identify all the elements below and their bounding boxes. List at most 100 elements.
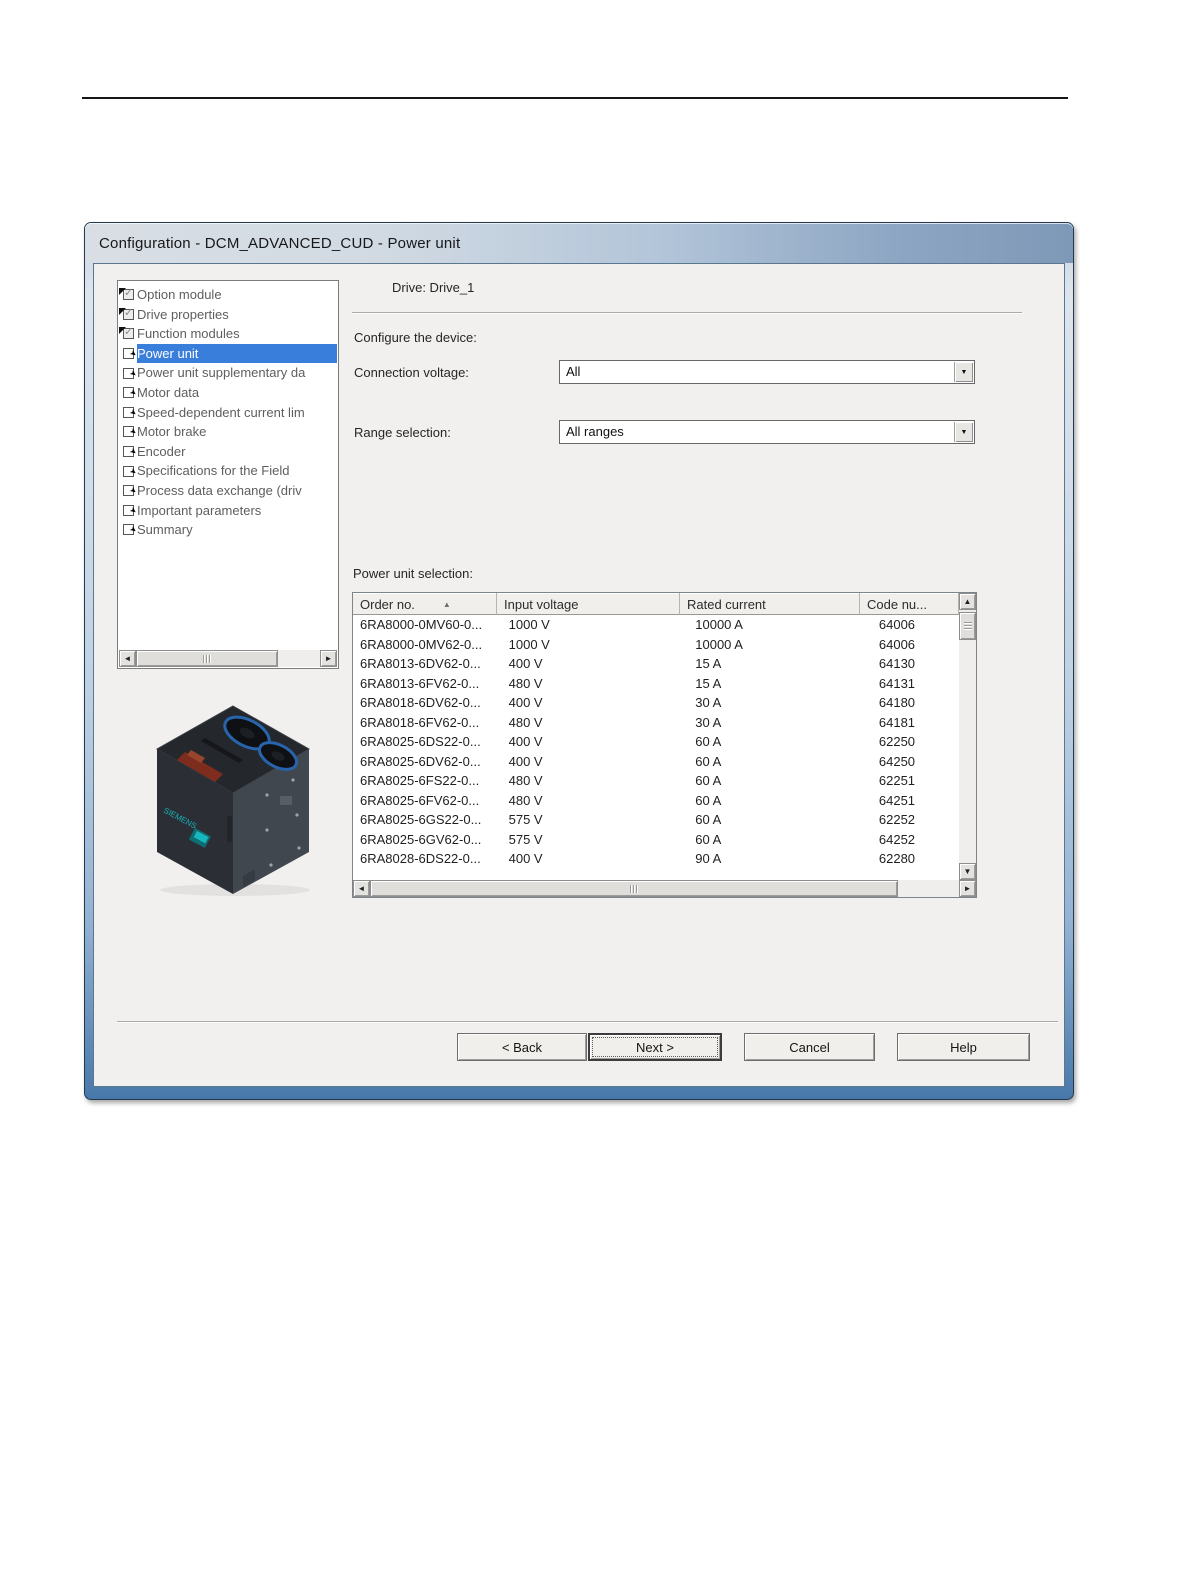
scrollbar-thumb[interactable] [959, 612, 976, 640]
tree-item-label: Power unit supplementary da [137, 363, 337, 383]
cell-code-number: 64006 [871, 615, 959, 635]
table-row[interactable]: 6RA8018-6DV62-0... 400 V 30 A 64180 [353, 693, 959, 713]
tree-item[interactable]: Power unit [119, 344, 337, 364]
cell-input-voltage: 480 V [501, 791, 684, 811]
connection-voltage-combobox[interactable]: All ▼ [559, 360, 975, 384]
chevron-down-icon[interactable]: ▼ [954, 362, 973, 382]
configuration-dialog: Configuration - DCM_ADVANCED_CUD - Power… [84, 222, 1074, 1100]
tree-item-label: Process data exchange (driv [137, 481, 337, 501]
done-wedge-icon [119, 327, 126, 334]
column-header-code-number[interactable]: Code nu... [860, 593, 959, 615]
scroll-left-button[interactable]: ◄ [119, 650, 136, 667]
table-header-row: Order no. ▲ Input voltage Rated current … [353, 593, 976, 615]
checkbox-step-icon [119, 424, 137, 439]
tree-horizontal-scrollbar[interactable]: ◄ ► [119, 650, 337, 667]
checkbox-step-icon [119, 483, 137, 498]
thumb-grip-icon [203, 655, 212, 663]
cell-order-no: 6RA8013-6FV62-0... [353, 674, 497, 694]
cell-rated-current: 60 A [687, 771, 867, 791]
table-row[interactable]: 6RA8028-6DS22-0... 400 V 90 A 62280 [353, 849, 959, 869]
tree-item-label: Option module [137, 285, 337, 305]
page-header-rule [82, 97, 1068, 99]
tree-item-label: Encoder [137, 442, 337, 462]
table-row[interactable]: 6RA8013-6DV62-0... 400 V 15 A 64130 [353, 654, 959, 674]
tree-item[interactable]: Power unit supplementary da [119, 363, 337, 383]
next-button[interactable]: Next > [588, 1033, 722, 1061]
cell-rated-current: 15 A [687, 654, 867, 674]
cell-code-number: 64180 [871, 693, 959, 713]
tree-item-label: Speed-dependent current lim [137, 403, 337, 423]
table-row[interactable]: 6RA8013-6FV62-0... 480 V 15 A 64131 [353, 674, 959, 694]
scroll-up-button[interactable]: ▲ [959, 593, 976, 610]
tree-item[interactable]: Motor brake [119, 422, 337, 442]
cell-code-number: 64181 [871, 713, 959, 733]
header-separator [352, 312, 1022, 313]
dialog-titlebar[interactable]: Configuration - DCM_ADVANCED_CUD - Power… [85, 223, 1073, 263]
tree-item[interactable]: Option module [119, 285, 337, 305]
cell-rated-current: 90 A [687, 849, 867, 869]
tree-item[interactable]: Specifications for the Field [119, 461, 337, 481]
tree-item[interactable]: Drive properties [119, 305, 337, 325]
table-row[interactable]: 6RA8000-0MV62-0... 1000 V 10000 A 64006 [353, 635, 959, 655]
tree-item[interactable]: Encoder [119, 442, 337, 462]
checkbox-step-icon [119, 307, 137, 322]
tree-item[interactable]: Speed-dependent current lim [119, 403, 337, 423]
scroll-left-button[interactable]: ◄ [353, 880, 370, 897]
column-header-rated-current[interactable]: Rated current [680, 593, 860, 615]
table-row[interactable]: 6RA8025-6GS22-0... 575 V 60 A 62252 [353, 810, 959, 830]
dialog-title: Configuration - DCM_ADVANCED_CUD - Power… [85, 235, 460, 252]
tree-item-label: Summary [137, 520, 337, 540]
sort-ascending-icon: ▲ [443, 600, 451, 609]
table-row[interactable]: 6RA8018-6FV62-0... 480 V 30 A 64181 [353, 713, 959, 733]
help-button[interactable]: Help [897, 1033, 1030, 1061]
cell-input-voltage: 1000 V [501, 635, 684, 655]
tree-item[interactable]: Summary [119, 520, 337, 540]
cell-input-voltage: 575 V [501, 810, 684, 830]
table-row[interactable]: 6RA8025-6DS22-0... 400 V 60 A 62250 [353, 732, 959, 752]
cell-code-number: 64252 [871, 830, 959, 850]
back-button[interactable]: < Back [457, 1033, 587, 1061]
tree-item-label: Function modules [137, 324, 337, 344]
table-row[interactable]: 6RA8025-6GV62-0... 575 V 60 A 64252 [353, 830, 959, 850]
cell-rated-current: 60 A [687, 732, 867, 752]
tree-item[interactable]: Important parameters [119, 501, 337, 521]
table-row[interactable]: 6RA8025-6FS22-0... 480 V 60 A 62251 [353, 771, 959, 791]
table-row[interactable]: 6RA8000-0MV60-0... 1000 V 10000 A 64006 [353, 615, 959, 635]
cancel-button[interactable]: Cancel [744, 1033, 875, 1061]
cell-code-number: 64006 [871, 635, 959, 655]
range-selection-combobox[interactable]: All ranges ▼ [559, 420, 975, 444]
tree-item[interactable]: Process data exchange (driv [119, 481, 337, 501]
tree-item-label: Power unit [137, 344, 337, 364]
cell-rated-current: 10000 A [687, 635, 867, 655]
scroll-right-button[interactable]: ► [959, 880, 976, 897]
checkbox-step-icon [119, 326, 137, 341]
cell-rated-current: 30 A [687, 693, 867, 713]
cell-rated-current: 30 A [687, 713, 867, 733]
tree-item-label: Important parameters [137, 501, 337, 521]
scroll-down-button[interactable]: ▼ [959, 863, 976, 880]
table-vertical-scrollbar[interactable]: ▲ ▼ [959, 593, 976, 880]
column-header-input-voltage[interactable]: Input voltage [497, 593, 680, 615]
tree-item[interactable]: Function modules [119, 324, 337, 344]
scrollbar-thumb[interactable] [136, 650, 278, 667]
cell-code-number: 62252 [871, 810, 959, 830]
chevron-down-icon[interactable]: ▼ [954, 422, 973, 442]
tree-item-label: Motor brake [137, 422, 337, 442]
column-header-order-no[interactable]: Order no. ▲ [353, 593, 497, 615]
scrollbar-thumb[interactable] [370, 880, 898, 897]
cell-order-no: 6RA8025-6FV62-0... [353, 791, 497, 811]
cell-order-no: 6RA8025-6GV62-0... [353, 830, 497, 850]
tree-item[interactable]: Motor data [119, 383, 337, 403]
cell-input-voltage: 400 V [501, 693, 684, 713]
table-horizontal-scrollbar[interactable]: ◄ ► [353, 880, 976, 897]
cell-input-voltage: 480 V [501, 771, 684, 791]
combobox-value: All [566, 364, 580, 379]
cell-rated-current: 60 A [687, 752, 867, 772]
table-row[interactable]: 6RA8025-6DV62-0... 400 V 60 A 64250 [353, 752, 959, 772]
checkbox-step-icon [119, 346, 137, 361]
range-selection-label: Range selection: [354, 425, 451, 440]
table-row[interactable]: 6RA8025-6FV62-0... 480 V 60 A 64251 [353, 791, 959, 811]
checkbox-step-icon [119, 385, 137, 400]
dialog-client-area: Option module Drive properties Function … [93, 263, 1065, 1087]
scroll-right-button[interactable]: ► [320, 650, 337, 667]
